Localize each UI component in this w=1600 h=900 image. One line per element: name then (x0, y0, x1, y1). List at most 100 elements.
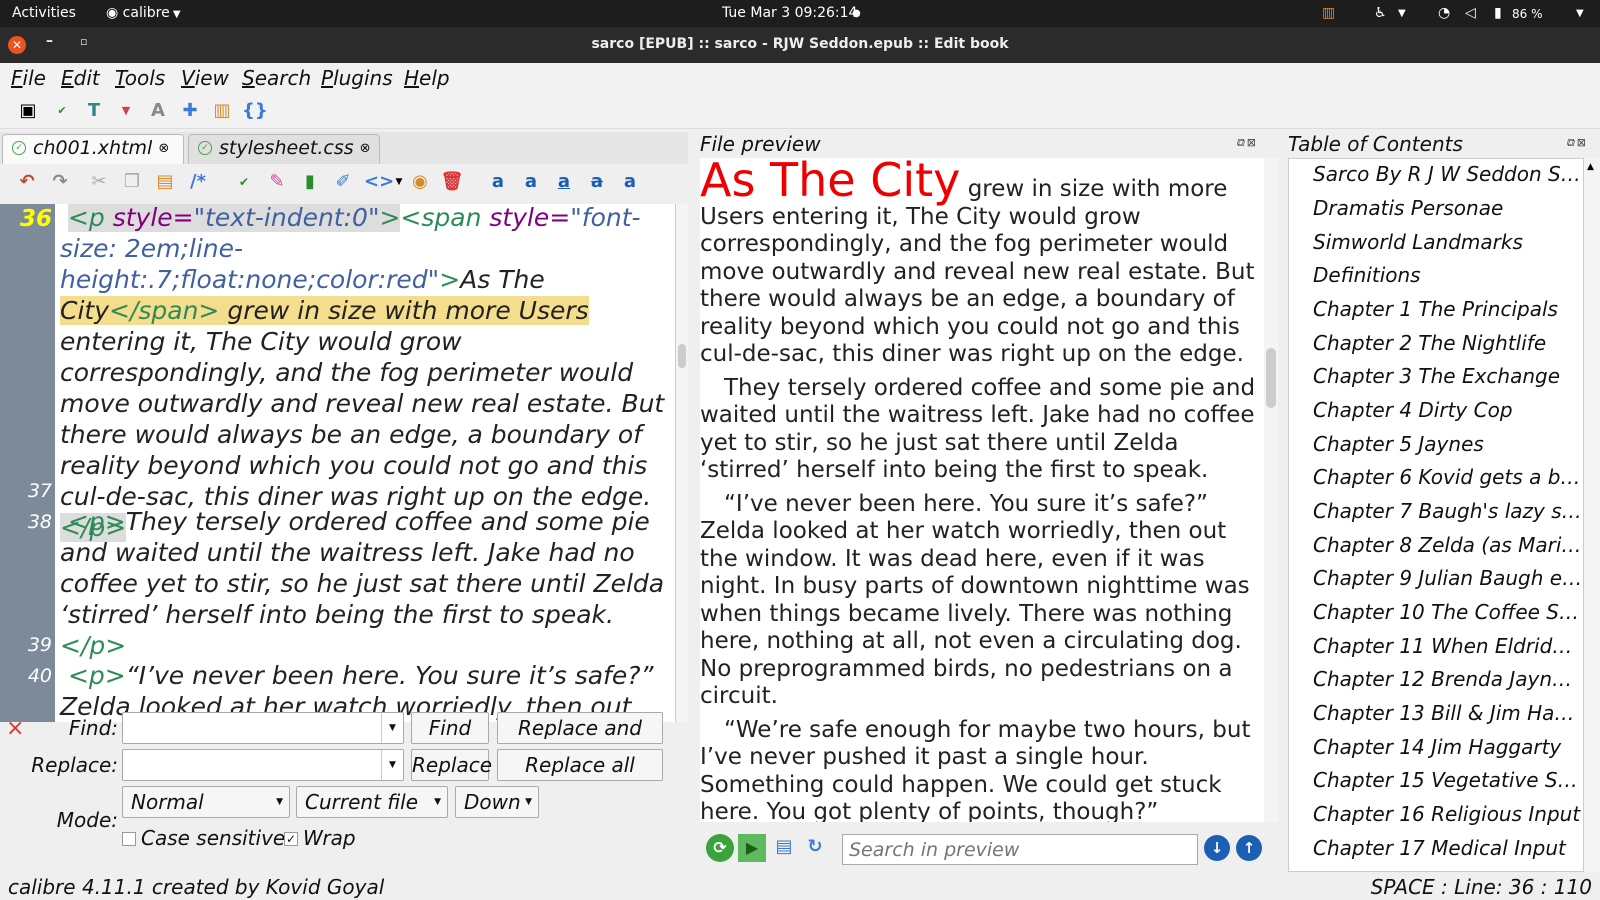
toc-item[interactable]: Definitions (1313, 263, 1583, 287)
toc-item[interactable]: Chapter 1 The Principals (1313, 297, 1583, 321)
toc-item[interactable]: Chapter 11 When Eldridge ... (1313, 634, 1583, 658)
menu-tools[interactable]: Tools (115, 66, 165, 90)
toc-item[interactable]: Chapter 7 Baugh's lazy sho... (1313, 499, 1583, 523)
editor-scrollbar-thumb[interactable] (678, 344, 686, 368)
cut-icon[interactable]: ✂ (87, 170, 111, 194)
tab-stylesheet[interactable]: ✓ stylesheet.css ⊗ (188, 134, 380, 164)
clock[interactable]: Tue Mar 3 09:26:14 (722, 5, 857, 21)
beautify-html-icon[interactable]: ✔ (232, 170, 256, 194)
chevron-down-icon[interactable]: ▼ (381, 750, 403, 780)
accessibility-icon[interactable]: ♿︎ (1374, 5, 1387, 21)
replace-and-find-button[interactable]: Replace and Find (497, 712, 663, 770)
tab-ch001[interactable]: ✓ ch001.xhtml ⊗ (2, 134, 184, 164)
toc-item[interactable]: Chapter 2 The Nightlife (1313, 331, 1583, 355)
case-sensitive-checkbox[interactable] (122, 832, 136, 846)
toc-item[interactable]: Chapter 15 Vegetative State (1313, 768, 1583, 792)
float-panel-icon[interactable]: ⧉ (1566, 136, 1574, 150)
search-in-preview-input[interactable] (842, 834, 1198, 865)
spellcheck-icon[interactable]: ✔ (50, 99, 74, 123)
spellcheck-down-icon[interactable]: ▼ (114, 99, 138, 123)
replace-button[interactable]: Replace (411, 749, 492, 781)
toc-item[interactable]: Chapter 17 Medical Input (1313, 836, 1583, 860)
strikethrough-icon[interactable]: a (585, 170, 609, 194)
copy-icon[interactable]: ❐ (120, 170, 144, 194)
wifi-icon[interactable]: ◔ (1438, 5, 1450, 21)
menu-plugins[interactable]: Plugins (321, 66, 393, 90)
insert-file-icon[interactable]: ▮ (298, 170, 322, 194)
toc-item[interactable]: Chapter 16 Religious Input (1313, 802, 1583, 826)
redo-icon[interactable]: ↷ (48, 170, 72, 194)
heading-1-icon[interactable]: a (486, 170, 510, 194)
underline-icon[interactable]: a (552, 170, 576, 194)
replace-all-button[interactable]: Replace all (497, 749, 663, 781)
file-preview-pane[interactable]: As The City grew in size with more Users… (700, 158, 1264, 822)
color-palette-icon[interactable]: ◉ (408, 170, 432, 194)
toc-item[interactable]: Chapter 10 The Coffee Sho... (1313, 600, 1583, 624)
menu-file[interactable]: File (11, 66, 46, 90)
code-braces-icon[interactable]: {} (242, 99, 268, 123)
toc-item[interactable]: Chapter 4 Dirty Cop (1313, 398, 1583, 422)
mode-select[interactable]: Normal ▼ (122, 786, 290, 818)
chevron-down-icon[interactable]: ▼ (381, 713, 403, 743)
insert-tag-icon[interactable]: ✐ (331, 170, 355, 194)
editor-scrollbar[interactable] (675, 204, 688, 722)
close-tab-icon[interactable]: ⊗ (158, 141, 169, 156)
menu-search[interactable]: Search (242, 66, 311, 90)
puzzle-icon[interactable]: ✚ (178, 99, 202, 123)
toc-item[interactable]: Chapter 14 Jim Haggarty (1313, 735, 1583, 759)
code-tag-icon[interactable]: <> (364, 170, 394, 194)
menu-edit[interactable]: Edit (61, 66, 100, 90)
toc-item[interactable]: Chapter 9 Julian Baugh en... (1313, 566, 1583, 590)
menu-help[interactable]: Help (404, 66, 450, 90)
toc-item[interactable]: Simworld Landmarks (1313, 230, 1583, 254)
text-tools-icon[interactable]: T (82, 99, 106, 123)
export-icon[interactable]: ▤ (772, 835, 796, 859)
toc-item[interactable]: Chapter 6 Kovid gets a break (1313, 465, 1583, 489)
books-icon[interactable]: ▥ (1322, 5, 1335, 21)
activities-button[interactable]: Activities (12, 5, 76, 21)
direction-select[interactable]: Down ▼ (455, 786, 539, 818)
paste-icon[interactable]: ▤ (153, 170, 177, 194)
subscript-icon[interactable]: a (618, 170, 642, 194)
toc-item[interactable]: Chapter 8 Zelda (as Marie)... (1313, 533, 1583, 557)
app-menu[interactable]: ◉ calibre ▼ (106, 5, 181, 21)
battery-icon[interactable]: ▮ (1494, 5, 1502, 21)
toc-item[interactable]: Chapter 13 Bill & Jim Hag... (1313, 701, 1583, 725)
toc-item[interactable]: Chapter 3 The Exchange (1313, 364, 1583, 388)
close-panel-icon[interactable]: ⊠ (1247, 136, 1256, 149)
replace-input[interactable]: ▼ (122, 749, 404, 781)
toc-item[interactable]: Sarco By R J W Seddon SCI... (1313, 162, 1583, 186)
arrow-up-icon[interactable]: ↑ (1236, 835, 1262, 861)
heading-2-icon[interactable]: a (519, 170, 543, 194)
comment-icon[interactable]: /* (186, 170, 210, 194)
undo-icon[interactable]: ↶ (15, 170, 39, 194)
float-panel-icon[interactable]: ⧉ (1236, 136, 1244, 150)
toc-item[interactable]: Dramatis Personae (1313, 196, 1583, 220)
volume-icon[interactable]: ◁ (1465, 5, 1476, 21)
wrap-checkbox[interactable]: ✓ (284, 832, 298, 846)
font-icon[interactable]: A (146, 99, 170, 123)
scope-select[interactable]: Current file ▼ (296, 786, 448, 818)
close-tab-icon[interactable]: ⊗ (360, 141, 371, 156)
close-panel-icon[interactable]: ⊠ (1577, 136, 1586, 149)
preview-scrollbar-thumb[interactable] (1266, 348, 1276, 408)
play-icon[interactable]: ▶ (738, 834, 766, 862)
code-editor[interactable]: 36 37 38 39 40 <p style="text-indent:0">… (0, 204, 675, 722)
menu-view[interactable]: View (181, 66, 229, 90)
toc-scrollbar[interactable]: ▲ (1584, 158, 1600, 872)
code-line-38[interactable]: <p>They tersely ordered coffee and some … (60, 506, 665, 661)
find-button[interactable]: Find (411, 712, 489, 744)
trash-icon[interactable]: 🗑︎ (440, 170, 464, 194)
code-line-36[interactable]: <p style="text-indent:0"><span style="fo… (60, 204, 665, 543)
arrow-down-icon[interactable]: ↓ (1204, 835, 1230, 861)
pen-icon[interactable]: ✎ (265, 170, 289, 194)
refresh-icon[interactable]: ↻ (803, 835, 827, 859)
toc-item[interactable]: Chapter 5 Jaynes (1313, 432, 1583, 456)
preview-scrollbar[interactable] (1264, 158, 1278, 822)
scroll-up-icon[interactable]: ▲ (1587, 162, 1594, 172)
sync-icon[interactable]: ⟳ (706, 834, 734, 862)
chip-icon[interactable]: ▣ (16, 99, 40, 123)
library-icon[interactable]: ▥ (210, 99, 234, 123)
find-input[interactable]: ▼ (122, 712, 404, 744)
toc-item[interactable]: Chapter 12 Brenda Jaynes ... (1313, 667, 1583, 691)
